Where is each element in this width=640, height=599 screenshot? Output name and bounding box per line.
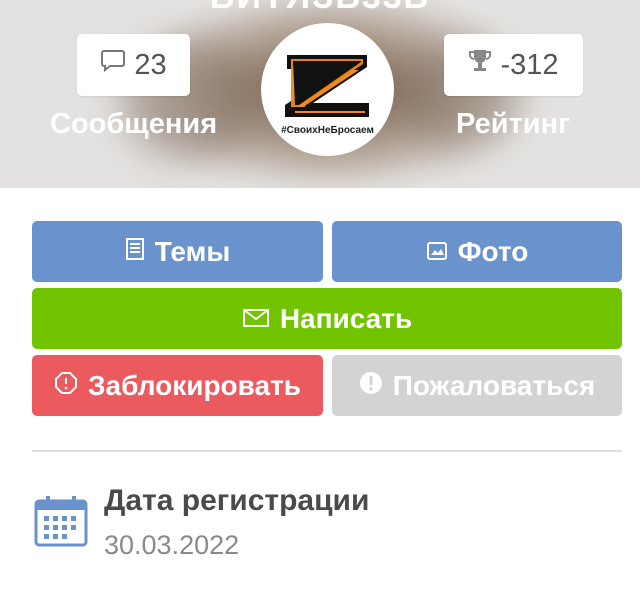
z-logo-icon <box>285 55 369 117</box>
write-message-button[interactable]: Написать <box>32 288 622 349</box>
document-list-icon <box>125 236 145 268</box>
avatar-caption: #СвоихНеБросаем <box>281 125 374 136</box>
report-label: Пожаловаться <box>392 369 596 401</box>
themes-label: Темы <box>154 235 231 267</box>
profile-page: BИTЯЗЬ33Б 23 Сообщения -312 Рейтинг <box>0 0 640 599</box>
registration-date-title: Дата регистрации <box>104 484 370 517</box>
report-button[interactable]: Пожаловаться <box>332 355 622 416</box>
block-label: Заблокировать <box>87 369 301 401</box>
messages-count: 23 <box>134 48 167 81</box>
speech-bubble-icon <box>100 48 126 82</box>
trophy-icon <box>468 48 492 82</box>
divider <box>32 450 622 452</box>
messages-count-box[interactable]: 23 <box>77 34 190 96</box>
stop-octagon-icon <box>54 370 78 402</box>
calendar-icon <box>34 494 88 553</box>
envelope-icon <box>242 303 270 335</box>
photo-button[interactable]: Фото <box>332 221 622 282</box>
profile-header: BИTЯЗЬ33Б 23 Сообщения -312 Рейтинг <box>0 0 640 188</box>
exclamation-circle-icon <box>359 370 383 402</box>
registration-date-value: 30.03.2022 <box>104 530 240 560</box>
image-icon <box>426 236 448 268</box>
rating-value: -312 <box>500 48 559 81</box>
messages-label: Сообщения <box>50 108 218 140</box>
avatar[interactable]: #СвоихНеБросаем <box>261 23 394 156</box>
themes-button[interactable]: Темы <box>32 221 323 282</box>
write-label: Написать <box>279 302 413 334</box>
rating-box[interactable]: -312 <box>444 34 583 96</box>
rating-label: Рейтинг <box>456 108 571 140</box>
username: BИTЯЗЬ33Б <box>0 0 640 17</box>
block-button[interactable]: Заблокировать <box>32 355 323 416</box>
photo-label: Фото <box>457 235 529 267</box>
